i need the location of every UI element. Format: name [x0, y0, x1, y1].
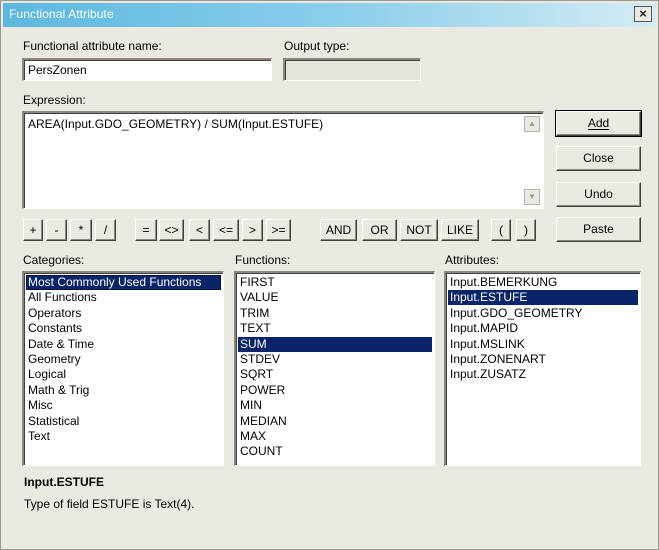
category-item[interactable]: Math & Trig [26, 383, 221, 398]
categories-list[interactable]: Most Commonly Used Functions All Function… [22, 271, 224, 466]
function-item[interactable]: STDEV [238, 352, 432, 367]
function-item[interactable]: FIRST [238, 275, 432, 290]
category-item[interactable]: Logical [26, 367, 221, 382]
name-input[interactable]: PersZonen [22, 58, 272, 81]
name-input-value: PersZonen [28, 63, 87, 77]
operator-button-minus[interactable]: - [46, 219, 67, 241]
paste-button-label: Paste [583, 222, 614, 236]
function-item[interactable]: TRIM [238, 306, 432, 321]
attribute-item[interactable]: Input.ZUSATZ [448, 367, 638, 382]
function-item[interactable]: MAX [238, 429, 432, 444]
attributes-label: Attributes: [445, 253, 500, 267]
functions-list[interactable]: FIRST VALUE TRIM TEXT SUM STDEV SQRT POWER MIN ME… [234, 271, 435, 466]
name-label: Functional attribute name: [23, 39, 162, 53]
scroll-down-icon[interactable]: ▼ [524, 189, 540, 205]
close-button-label: Close [583, 151, 614, 165]
operator-button-and[interactable]: AND [320, 219, 357, 241]
operator-button-less-equal[interactable]: <= [213, 219, 239, 241]
category-item[interactable]: Statistical [26, 414, 221, 429]
category-item[interactable]: Text [26, 429, 221, 444]
attribute-item[interactable]: Input.ZONENART [448, 352, 638, 367]
attributes-list[interactable]: Input.BEMERKUNG Input.ESTUFE Input.GDO_GEO… [444, 271, 641, 466]
close-icon[interactable]: × [634, 6, 652, 22]
operator-button-not[interactable]: NOT [400, 219, 438, 241]
undo-button[interactable]: Undo [556, 182, 641, 207]
status-title: Input.ESTUFE [24, 475, 104, 489]
expression-label: Expression: [23, 93, 86, 107]
title-bar[interactable]: Functional Attribute × [3, 3, 656, 27]
operator-button-greater-than[interactable]: > [242, 219, 263, 241]
operator-button-multiply[interactable]: * [70, 219, 92, 241]
window-title: Functional Attribute [9, 7, 114, 21]
attribute-item[interactable]: Input.MAPID [448, 321, 638, 336]
categories-label: Categories: [23, 253, 85, 267]
operator-button-close-paren[interactable]: ) [516, 219, 536, 241]
undo-button-label: Undo [584, 187, 613, 201]
attribute-item[interactable]: Input.GDO_GEOMETRY [448, 306, 638, 321]
operator-button-not-equal[interactable]: <> [159, 219, 184, 241]
expression-text: AREA(Input.GDO_GEOMETRY) / SUM(Input.EST… [28, 117, 324, 131]
category-item[interactable]: Most Commonly Used Functions [26, 275, 221, 290]
operator-button-open-paren[interactable]: ( [491, 219, 511, 241]
function-item[interactable]: MEDIAN [238, 414, 432, 429]
operator-button-greater-equal[interactable]: >= [266, 219, 291, 241]
category-item[interactable]: Constants [26, 321, 221, 336]
category-item[interactable]: Date & Time [26, 337, 221, 352]
scroll-up-icon[interactable]: ▲ [524, 116, 540, 132]
category-item[interactable]: Geometry [26, 352, 221, 367]
function-item[interactable]: TEXT [238, 321, 432, 336]
function-item[interactable]: MIN [238, 398, 432, 413]
operator-button-less-than[interactable]: < [189, 219, 210, 241]
close-button[interactable]: Close [556, 146, 641, 171]
attribute-item[interactable]: Input.BEMERKUNG [448, 275, 638, 290]
paste-button[interactable]: Paste [556, 217, 641, 242]
function-item[interactable]: SQRT [238, 367, 432, 382]
function-item[interactable]: SUM [238, 336, 432, 352]
attribute-item[interactable]: Input.MSLINK [448, 337, 638, 352]
output-type-field [283, 58, 421, 81]
expression-editor[interactable]: AREA(Input.GDO_GEOMETRY) / SUM(Input.EST… [22, 111, 544, 209]
category-item[interactable]: All Functions [26, 290, 221, 305]
operator-button-equals[interactable]: = [135, 219, 157, 241]
status-description: Type of field ESTUFE is Text(4). [24, 497, 195, 511]
functions-label: Functions: [235, 253, 291, 267]
add-button[interactable]: Add [555, 110, 642, 137]
function-item[interactable]: VALUE [238, 290, 432, 305]
operator-button-divide[interactable]: / [95, 219, 116, 241]
functional-attribute-dialog: Functional Attribute × Functional attrib… [0, 0, 659, 550]
category-item[interactable]: Misc [26, 398, 221, 413]
attribute-item[interactable]: Input.ESTUFE [448, 290, 638, 306]
function-item[interactable]: POWER [238, 383, 432, 398]
operator-button-plus[interactable]: + [23, 219, 43, 241]
operator-button-or[interactable]: OR [362, 219, 397, 241]
function-item[interactable]: COUNT [238, 444, 432, 459]
category-item[interactable]: Operators [26, 306, 221, 321]
operator-button-like[interactable]: LIKE [441, 219, 479, 241]
add-button-label: Add [587, 116, 610, 130]
output-type-label: Output type: [284, 39, 350, 53]
